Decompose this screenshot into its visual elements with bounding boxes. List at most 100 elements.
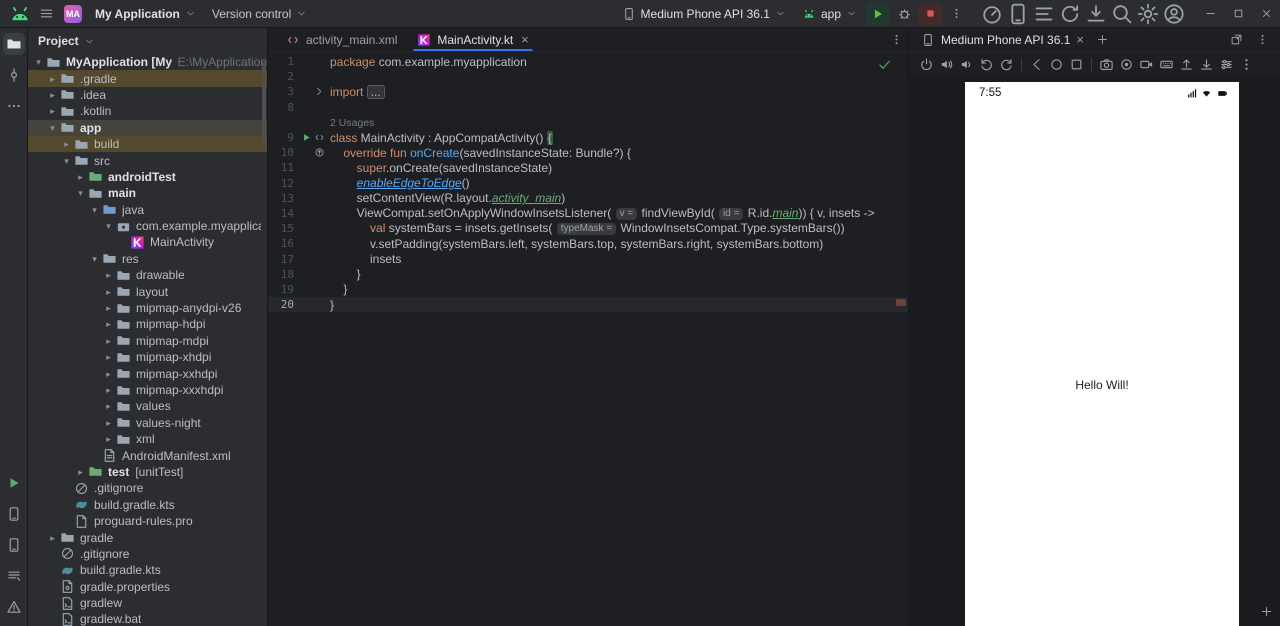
close-button[interactable] [1252, 0, 1280, 28]
tree-item[interactable]: ▸ gradle [28, 529, 267, 545]
tree-chevron[interactable]: ▾ [88, 251, 101, 267]
tree-item[interactable]: ▸ drawable [28, 267, 267, 283]
tree-item[interactable]: ▾ java [28, 202, 267, 218]
tree-item[interactable]: ▾ com.example.myapplication [28, 218, 267, 234]
tree-item[interactable]: ▾ MyApplication [My Application] E:\MyAp… [28, 54, 267, 70]
code-line[interactable]: 13 setContentView(R.layout.activity_main… [268, 191, 908, 206]
volume-up-icon[interactable] [937, 55, 956, 74]
tree-item[interactable]: ▸ values-night [28, 415, 267, 431]
tree-chevron[interactable]: ▾ [46, 120, 59, 136]
device-tab[interactable]: Medium Phone API 36.1 × [915, 28, 1090, 51]
tree-chevron[interactable]: ▾ [32, 54, 45, 70]
code-line[interactable]: 18 } [268, 267, 908, 282]
tab-close-icon[interactable]: × [521, 33, 529, 46]
tree-item[interactable]: ▸ xml [28, 431, 267, 447]
device-manager-icon[interactable] [3, 534, 25, 556]
project-view-selector[interactable]: Project [28, 28, 267, 54]
tree-chevron[interactable]: ▸ [102, 431, 115, 447]
hardware-input-icon[interactable] [1157, 55, 1176, 74]
tree-item[interactable]: ▸ .gradle [28, 70, 267, 87]
tree-chevron[interactable]: ▸ [46, 71, 59, 87]
code-line[interactable]: 20 } [268, 297, 908, 313]
tree-item[interactable]: AndroidManifest.xml [28, 447, 267, 463]
tree-chevron[interactable]: ▸ [102, 382, 115, 398]
power-icon[interactable] [917, 55, 936, 74]
tree-chevron[interactable]: ▸ [102, 415, 115, 431]
code-line[interactable]: 12 enableEdgeToEdge() [268, 176, 908, 191]
code-line[interactable]: 19 } [268, 282, 908, 297]
code-line[interactable]: 1 package com.example.myapplication [268, 54, 908, 69]
tree-chevron[interactable]: ▸ [60, 136, 73, 152]
stop-button[interactable] [918, 2, 942, 25]
tree-item[interactable]: ▸ mipmap-mdpi [28, 333, 267, 349]
tree-chevron[interactable]: ▸ [102, 333, 115, 349]
code-line[interactable]: 3 import ... [268, 84, 908, 99]
editor-tab[interactable]: activity_main.xml × [276, 28, 407, 51]
tree-chevron[interactable]: ▸ [102, 300, 115, 316]
tree-item[interactable]: ▸ mipmap-xhdpi [28, 349, 267, 365]
code-line[interactable]: 8 [268, 100, 908, 115]
tree-item[interactable]: ▸ build [28, 135, 267, 153]
editor-tab[interactable]: MainActivity.kt × [407, 28, 538, 51]
tree-chevron[interactable]: ▸ [102, 366, 115, 382]
tree-chevron[interactable]: ▸ [102, 349, 115, 365]
tree-chevron[interactable]: ▾ [60, 153, 73, 169]
tree-item[interactable]: .gitignore [28, 480, 267, 496]
project-scrollbar[interactable] [262, 62, 266, 146]
structure-icon[interactable] [1032, 2, 1056, 26]
run-config-selector[interactable]: app [795, 3, 864, 25]
virtual-scene-camera-icon[interactable] [1117, 55, 1136, 74]
upload-icon[interactable] [1177, 55, 1196, 74]
more-tools-icon[interactable] [3, 95, 25, 117]
tree-item[interactable]: MainActivity [28, 234, 267, 250]
overview-icon[interactable] [1067, 55, 1086, 74]
tree-chevron[interactable]: ▾ [74, 185, 87, 201]
tree-item[interactable]: ▾ main [28, 185, 267, 201]
profiler-icon[interactable] [980, 2, 1004, 26]
code-editor[interactable]: 1 package com.example.myapplication 2 3 … [268, 52, 908, 626]
extended-controls-icon[interactable] [1217, 55, 1236, 74]
tree-chevron[interactable]: ▾ [102, 218, 115, 234]
tree-chevron[interactable]: ▸ [102, 284, 115, 300]
screenshot-icon[interactable] [1097, 55, 1116, 74]
tree-item[interactable]: gradlew [28, 595, 267, 611]
tree-item[interactable]: ▸ mipmap-xxxhdpi [28, 382, 267, 398]
main-menu-button[interactable] [34, 2, 58, 26]
new-device-tab-button[interactable] [1092, 30, 1112, 50]
rotate-left-icon[interactable] [977, 55, 996, 74]
tree-chevron[interactable]: ▸ [46, 530, 59, 546]
sdk-manager-icon[interactable] [1084, 2, 1108, 26]
vcs-widget[interactable]: Version control [205, 3, 314, 25]
tree-item[interactable]: ▸ mipmap-xxhdpi [28, 365, 267, 381]
record-screen-icon[interactable] [1137, 55, 1156, 74]
tree-chevron[interactable]: ▾ [88, 202, 101, 218]
run-icon[interactable] [301, 132, 312, 143]
account-icon[interactable] [1162, 2, 1186, 26]
debug-button[interactable] [892, 2, 916, 26]
code-line[interactable]: 17 insets [268, 251, 908, 266]
tree-item[interactable]: ▸ test [unitTest] [28, 464, 267, 480]
tree-item[interactable]: ▸ .idea [28, 87, 267, 103]
tree-chevron[interactable]: ▸ [74, 464, 87, 480]
device-screen[interactable]: 7:55 Hello Will! [965, 82, 1239, 626]
run-button[interactable] [866, 2, 890, 25]
tree-item[interactable]: build.gradle.kts [28, 497, 267, 513]
inspections-ok-icon[interactable] [877, 57, 892, 72]
zoom-in-button[interactable] [1257, 602, 1275, 620]
device-manager-icon[interactable] [1006, 2, 1030, 26]
device-explorer-icon[interactable] [3, 503, 25, 525]
problems-icon[interactable] [3, 596, 25, 618]
tree-item[interactable]: ▸ values [28, 398, 267, 414]
tab-options-button[interactable] [884, 28, 908, 52]
open-in-window-button[interactable] [1224, 28, 1248, 52]
minimize-button[interactable] [1196, 0, 1224, 28]
code-line[interactable]: 16 v.setPadding(systemBars.left, systemB… [268, 236, 908, 251]
logcat-icon[interactable] [3, 565, 25, 587]
run-more-options-button[interactable] [944, 2, 968, 26]
project-selector[interactable]: My Application [88, 3, 203, 25]
tree-item[interactable]: ▸ .kotlin [28, 103, 267, 119]
download-icon[interactable] [1197, 55, 1216, 74]
settings-icon[interactable] [1136, 2, 1160, 26]
project-icon[interactable] [2, 33, 25, 55]
more-icon[interactable] [1237, 55, 1256, 74]
